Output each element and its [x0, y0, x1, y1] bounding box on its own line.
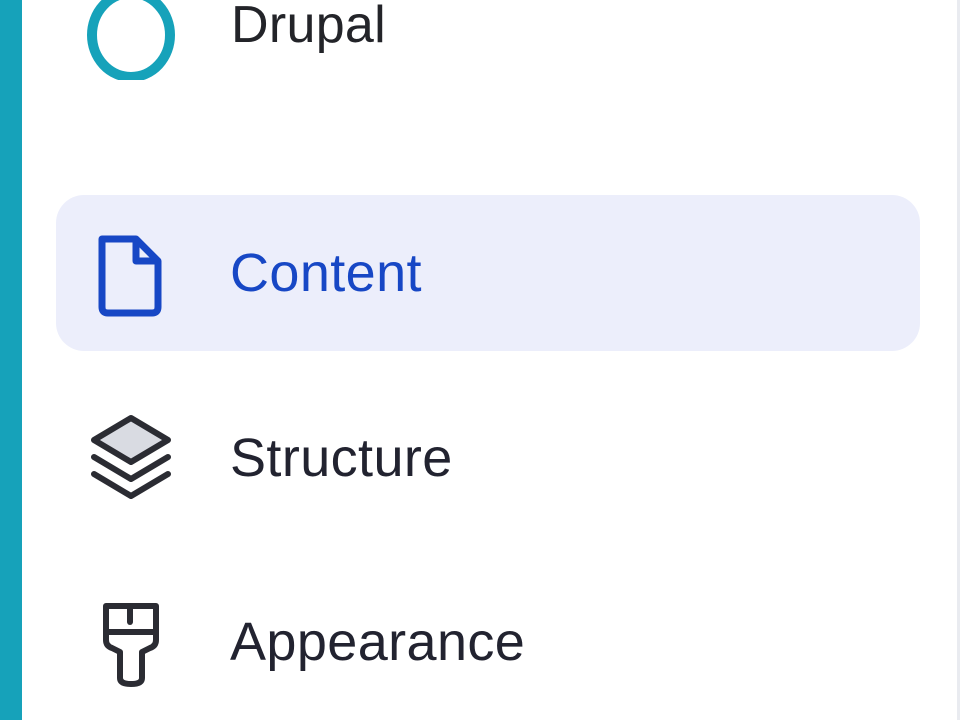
- admin-page: Drupal Content Structure Appearance: [0, 0, 960, 720]
- sidebar-nav: Drupal Content Structure Appearance: [22, 0, 957, 720]
- nav-item-label: Appearance: [230, 612, 526, 672]
- nav-item-structure[interactable]: Structure: [56, 380, 920, 536]
- drupal-ring-icon: [84, 0, 178, 80]
- brand-link[interactable]: Drupal: [84, 0, 386, 80]
- nav-item-appearance[interactable]: Appearance: [56, 564, 920, 720]
- document-icon: [86, 225, 176, 321]
- nav-item-label: Structure: [230, 428, 453, 488]
- accent-bar: [0, 0, 22, 720]
- layers-icon: [86, 410, 176, 506]
- brand-name: Drupal: [231, 0, 386, 54]
- nav-item-content[interactable]: Content: [56, 195, 920, 351]
- nav-item-label: Content: [230, 243, 422, 303]
- brush-icon: [86, 594, 176, 690]
